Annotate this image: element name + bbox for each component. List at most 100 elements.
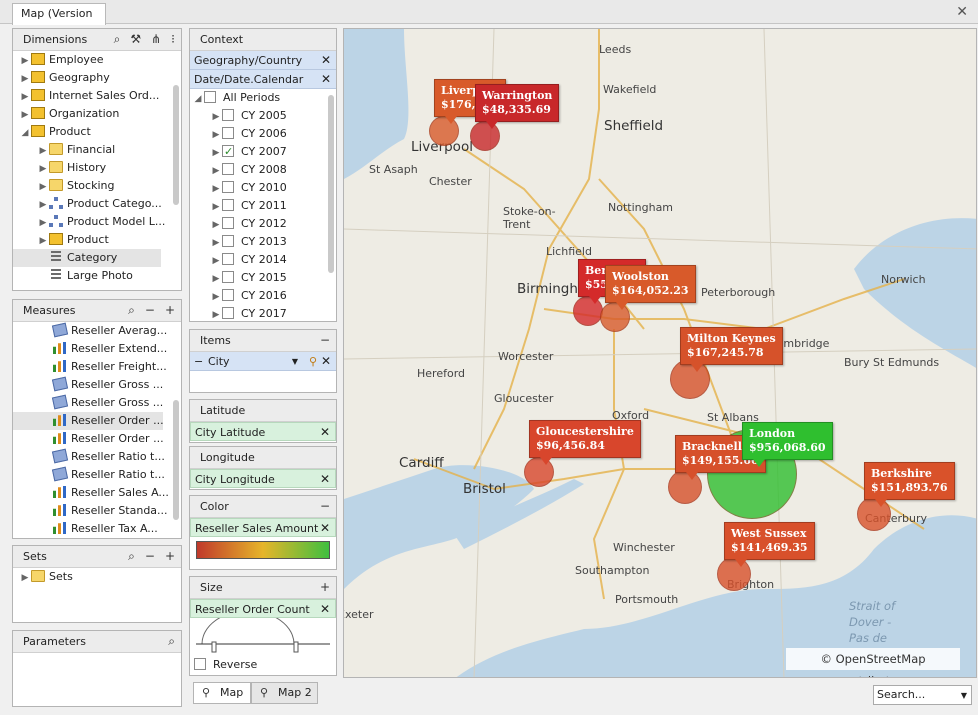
period-item[interactable]: ▶ CY 2017 bbox=[190, 305, 336, 323]
search-icon[interactable]: ⌕ bbox=[128, 300, 135, 321]
period-item[interactable]: ▶ CY 2008 bbox=[190, 161, 336, 179]
dimension-item[interactable]: Category bbox=[13, 249, 161, 267]
search-icon[interactable]: ⌕ bbox=[114, 29, 121, 50]
remove-icon[interactable]: ✕ bbox=[320, 470, 330, 489]
dropdown-arrow-icon[interactable]: ▼ bbox=[961, 687, 967, 705]
dimension-item[interactable]: ▶ Product Catego... bbox=[13, 195, 181, 213]
sets-item[interactable]: ▶ Sets bbox=[13, 568, 181, 586]
measure-item[interactable]: Reseller Extend... bbox=[13, 340, 181, 358]
dimension-item[interactable]: ▶ Geography bbox=[13, 69, 181, 87]
expand-arrow-icon[interactable]: ▶ bbox=[19, 88, 31, 105]
marker-bubble[interactable] bbox=[670, 359, 710, 399]
dimension-item[interactable]: ▶ Stocking bbox=[13, 177, 181, 195]
expand-arrow-icon[interactable]: ▶ bbox=[19, 569, 31, 586]
reverse-row[interactable]: Reverse bbox=[190, 656, 336, 674]
dimension-item[interactable]: ▶ Product Model L... bbox=[13, 213, 181, 231]
dimension-item[interactable]: ▶ Financial bbox=[13, 141, 181, 159]
measure-item[interactable]: Reseller Gross ... bbox=[13, 376, 181, 394]
period-item[interactable]: ▶ CY 2011 bbox=[190, 197, 336, 215]
measure-item[interactable]: Reseller Ratio t... bbox=[13, 466, 181, 484]
measure-item[interactable]: Reseller Sales A... bbox=[13, 484, 181, 502]
expand-arrow-icon[interactable]: ▶ bbox=[37, 178, 49, 195]
remove-icon[interactable]: ✕ bbox=[321, 352, 331, 371]
marker-callout[interactable]: Woolston $164,052.23 bbox=[605, 265, 696, 310]
search-icon[interactable]: ⌕ bbox=[168, 631, 175, 652]
period-item[interactable]: ▶ CY 2016 bbox=[190, 287, 336, 305]
period-item[interactable]: ▶ CY 2005 bbox=[190, 107, 336, 125]
period-checkbox[interactable] bbox=[222, 163, 234, 175]
expand-arrow-icon[interactable]: ▶ bbox=[37, 196, 49, 213]
dimension-item[interactable]: ◢ Product bbox=[13, 123, 181, 141]
expand-arrow-icon[interactable]: ▶ bbox=[210, 252, 222, 269]
expand-arrow-icon[interactable]: ▶ bbox=[37, 160, 49, 177]
period-checkbox[interactable] bbox=[222, 143, 234, 161]
document-tab-map-version-1[interactable]: Map (Version 1) bbox=[12, 3, 106, 40]
color-field[interactable]: Reseller Sales Amount ✕ bbox=[190, 518, 336, 537]
expand-arrow-icon[interactable]: ▶ bbox=[210, 216, 222, 233]
measures-scrollbar[interactable] bbox=[173, 400, 179, 520]
reverse-checkbox[interactable] bbox=[194, 658, 206, 670]
measure-item[interactable]: Reseller Order ... bbox=[13, 430, 181, 448]
dimensions-scrollbar[interactable] bbox=[173, 85, 179, 205]
period-checkbox[interactable] bbox=[222, 253, 234, 265]
period-checkbox[interactable] bbox=[222, 235, 234, 247]
dimension-item[interactable]: ▶ Internet Sales Ord... bbox=[13, 87, 181, 105]
collapse-arrow-icon[interactable]: ◢ bbox=[19, 124, 31, 141]
context-chip-date[interactable]: Date/Date.Calendar ✕ bbox=[190, 70, 336, 89]
expand-arrow-icon[interactable]: ▶ bbox=[210, 126, 222, 143]
expand-arrow-icon[interactable]: ▶ bbox=[37, 232, 49, 249]
remove-icon[interactable]: ✕ bbox=[320, 600, 330, 619]
marker-callout[interactable]: London $956,068.60 bbox=[742, 422, 833, 467]
measure-item[interactable]: Reseller Averag... bbox=[13, 322, 181, 340]
expand-arrow-icon[interactable]: ▶ bbox=[19, 70, 31, 87]
period-checkbox[interactable] bbox=[222, 217, 234, 229]
dimension-item[interactable]: ▶ Product bbox=[13, 231, 181, 249]
dimension-item[interactable]: ▶ History bbox=[13, 159, 181, 177]
expand-arrow-icon[interactable]: ▶ bbox=[210, 180, 222, 197]
plus-icon[interactable]: + bbox=[320, 577, 330, 598]
search-box[interactable]: Search... ▼ bbox=[873, 685, 972, 705]
dimension-item[interactable]: ▶ Employee bbox=[13, 51, 181, 69]
period-checkbox[interactable] bbox=[222, 271, 234, 283]
all-periods-checkbox[interactable] bbox=[204, 91, 216, 103]
measure-item[interactable]: Reseller Gross ... bbox=[13, 394, 181, 412]
period-item[interactable]: ▶ CY 2007 bbox=[190, 143, 336, 161]
expand-arrow-icon[interactable]: ▶ bbox=[210, 306, 222, 323]
expand-arrow-icon[interactable]: ▶ bbox=[37, 214, 49, 231]
expand-arrow-icon[interactable]: ▶ bbox=[19, 106, 31, 123]
period-item[interactable]: ▶ CY 2010 bbox=[190, 179, 336, 197]
expand-arrow-icon[interactable]: ▶ bbox=[210, 144, 222, 161]
color-gradient-bar[interactable] bbox=[196, 541, 330, 559]
minus-icon[interactable]: − bbox=[320, 496, 330, 517]
period-item[interactable]: ▶ CY 2013 bbox=[190, 233, 336, 251]
search-icon[interactable]: ⌕ bbox=[128, 546, 135, 567]
measure-item[interactable]: Reseller Order ... bbox=[13, 412, 163, 430]
plus-icon[interactable]: + bbox=[165, 546, 175, 567]
expand-arrow-icon[interactable]: ▶ bbox=[210, 234, 222, 251]
expand-arrow-icon[interactable]: ▶ bbox=[210, 108, 222, 125]
remove-icon[interactable]: ✕ bbox=[321, 70, 331, 89]
measure-item[interactable]: Reseller Tax A... bbox=[13, 520, 181, 538]
period-checkbox[interactable] bbox=[222, 307, 234, 319]
latitude-field[interactable]: City Latitude ✕ bbox=[190, 422, 336, 441]
marker-callout[interactable]: Milton Keynes $167,245.78 bbox=[680, 327, 783, 372]
context-scrollbar[interactable] bbox=[328, 95, 334, 273]
edit-icon[interactable]: ⚒ bbox=[130, 29, 141, 50]
dimension-item[interactable]: ▶ Organization bbox=[13, 105, 181, 123]
marker-callout[interactable]: Warrington $48,335.69 bbox=[475, 84, 560, 129]
expand-arrow-icon[interactable]: ▶ bbox=[210, 288, 222, 305]
expand-arrow-icon[interactable]: ▶ bbox=[37, 142, 49, 159]
measure-item[interactable]: Reseller Ratio t... bbox=[13, 448, 181, 466]
longitude-field[interactable]: City Longitude ✕ bbox=[190, 469, 336, 488]
dimension-item[interactable]: Large Photo bbox=[13, 267, 181, 285]
map-view[interactable]: LeedsLeeds WakefieldWakefield SheffieldShe… bbox=[343, 28, 977, 678]
expand-arrow-icon[interactable]: ▶ bbox=[19, 52, 31, 69]
period-checkbox[interactable] bbox=[222, 127, 234, 139]
marker-callout[interactable]: West Sussex $141,469.35 bbox=[724, 522, 815, 567]
context-chip-geography[interactable]: Geography/Country ✕ bbox=[190, 51, 336, 70]
period-item[interactable]: ▶ CY 2006 bbox=[190, 125, 336, 143]
expand-arrow-icon[interactable]: ▶ bbox=[210, 270, 222, 287]
filter-icon[interactable]: ⚲ bbox=[309, 352, 317, 371]
marker-callout[interactable]: Gloucestershire $96,456.84 bbox=[529, 420, 641, 465]
dropdown-arrow-icon[interactable]: ▼ bbox=[292, 352, 298, 371]
